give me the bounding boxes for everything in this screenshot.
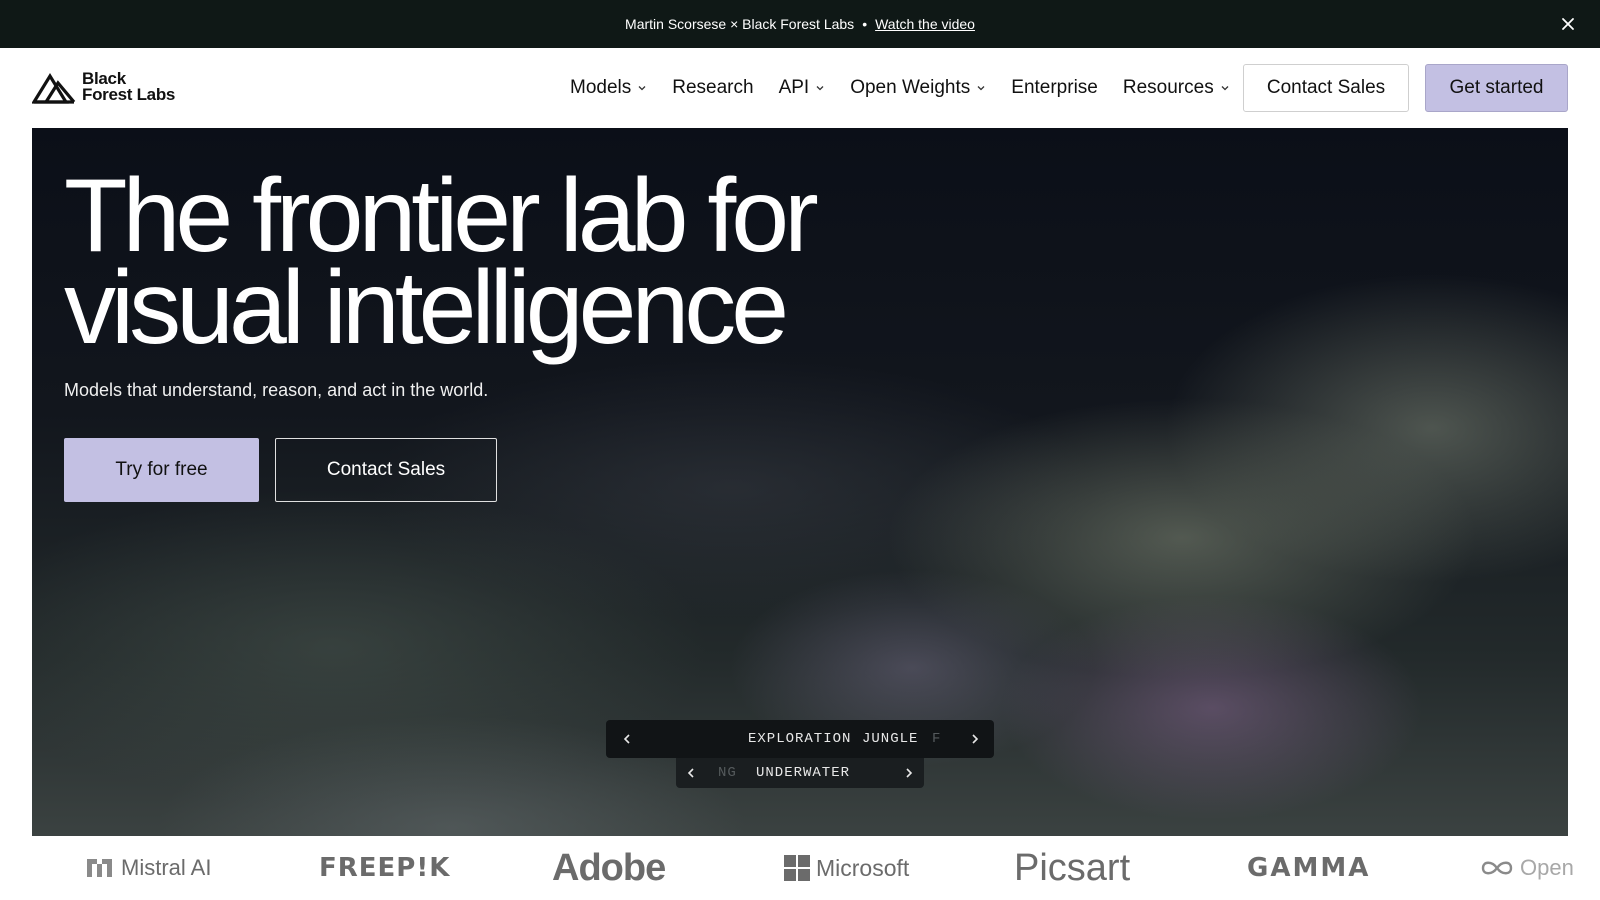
microsoft-icon (784, 855, 810, 881)
main-nav: Black Forest Labs Models Research API Op… (0, 48, 1600, 128)
watch-video-link[interactable]: Watch the video (875, 16, 975, 32)
partner-name: Open (1520, 855, 1574, 880)
nav-item-enterprise[interactable]: Enterprise (1011, 77, 1098, 99)
partner-name: Picsart (1014, 846, 1131, 889)
nav-item-models[interactable]: Models (570, 77, 647, 99)
partner-logos: Mistral AI FREEP!K Adobe Microsoft Picsa… (0, 836, 1600, 900)
carousel-tag[interactable]: JUNGLE (862, 731, 918, 747)
get-started-button[interactable]: Get started (1425, 64, 1568, 112)
partner-gamma: GAMMA (1247, 836, 1370, 900)
try-for-free-button[interactable]: Try for free (64, 438, 259, 502)
announcement-separator: • (862, 16, 868, 32)
partner-mistral-ai: Mistral AI (87, 836, 211, 900)
bfl-logo-icon (32, 72, 76, 104)
partner-open: Open (1480, 836, 1574, 900)
nav-item-open-weights[interactable]: Open Weights (850, 77, 986, 99)
announcement-text: Martin Scorsese × Black Forest Labs (625, 16, 855, 32)
nav-item-resources[interactable]: Resources (1123, 77, 1230, 99)
partner-picsart: Picsart (1014, 836, 1130, 900)
mistral-icon (87, 859, 112, 877)
hero-title-line-1: The frontier lab for (64, 158, 819, 274)
nav-item-label: Enterprise (1011, 77, 1098, 98)
partner-microsoft: Microsoft (784, 836, 909, 900)
carousel-tag-active[interactable]: EXPLORATION (748, 731, 851, 747)
close-icon[interactable] (1558, 14, 1578, 34)
chevron-down-icon (638, 86, 646, 91)
chevron-right-icon[interactable] (902, 766, 916, 780)
logo-text: Black Forest Labs (82, 70, 176, 104)
infinity-icon (1481, 861, 1513, 875)
partner-name: FREEP!K (319, 853, 451, 883)
carousel-tag-peek: NG (718, 765, 737, 781)
nav-item-label: Open Weights (850, 77, 971, 98)
partner-name: GAMMA (1247, 853, 1371, 883)
chevron-left-icon[interactable] (684, 766, 698, 780)
hero-section: The frontier lab for visual intelligence… (32, 128, 1568, 836)
scene-carousel-primary: EXPLORATION JUNGLE F (606, 720, 994, 758)
partner-freepik: FREEP!K (319, 836, 450, 900)
chevron-down-icon (1221, 86, 1229, 91)
hero-title-line-2: visual intelligence (64, 250, 789, 366)
chevron-right-icon[interactable] (968, 732, 982, 746)
brand-logo[interactable]: Black Forest Labs (32, 70, 175, 104)
partner-name: Mistral AI (121, 855, 212, 880)
nav-links: Models Research API Open Weights Enterpr… (570, 48, 1255, 128)
nav-item-label: Research (672, 77, 754, 98)
nav-item-api[interactable]: API (779, 77, 826, 99)
partner-name: Microsoft (816, 854, 910, 881)
announcement-bar: Martin Scorsese × Black Forest Labs • Wa… (0, 0, 1600, 48)
chevron-left-icon[interactable] (620, 732, 634, 746)
nav-item-research[interactable]: Research (672, 77, 753, 99)
carousel-tag-peek: F (932, 731, 942, 747)
chevron-down-icon (816, 86, 824, 91)
hero-subtitle: Models that understand, reason, and act … (64, 380, 489, 400)
contact-sales-button[interactable]: Contact Sales (1243, 64, 1409, 112)
scene-carousel-secondary: NG UNDERWATER (676, 758, 924, 788)
nav-item-label: Models (570, 77, 632, 98)
nav-item-label: Resources (1122, 77, 1214, 98)
hero-contact-sales-button[interactable]: Contact Sales (275, 438, 497, 502)
hero-title: The frontier lab for visual intelligence (64, 158, 819, 366)
logo-line-2: Forest Labs (82, 85, 176, 104)
partner-adobe: Adobe (552, 836, 666, 900)
carousel-tag-active[interactable]: UNDERWATER (756, 765, 850, 781)
chevron-down-icon (977, 86, 985, 91)
nav-item-label: API (778, 77, 810, 98)
partner-name: Adobe (552, 846, 666, 889)
